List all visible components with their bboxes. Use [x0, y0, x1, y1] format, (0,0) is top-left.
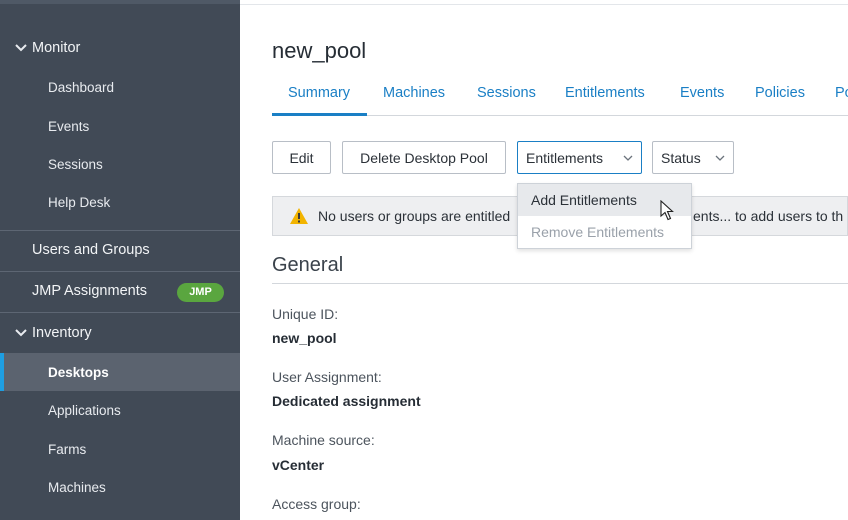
jmp-badge: JMP — [177, 283, 224, 302]
sidebar-group-label: Monitor — [32, 40, 81, 56]
warning-icon — [290, 208, 308, 224]
sidebar-item-sessions[interactable]: Sessions — [0, 145, 240, 183]
dropdown-label: Status — [661, 149, 701, 166]
field-value-machine-source: vCenter — [272, 457, 325, 473]
sidebar-item-applications[interactable]: Applications — [0, 391, 240, 429]
sidebar-item-events[interactable]: Events — [0, 107, 240, 145]
tab-machines[interactable]: Machines — [383, 85, 445, 101]
sidebar-item-label: Users and Groups — [32, 242, 150, 258]
dropdown-label: Entitlements — [526, 149, 604, 166]
tab-summary[interactable]: Summary — [288, 85, 350, 101]
chevron-down-icon — [15, 44, 27, 52]
field-label-user-assignment: User Assignment: — [272, 369, 382, 385]
field-label-access-group: Access group: — [272, 496, 361, 512]
sidebar: Monitor Dashboard Events Sessions Help D… — [0, 0, 240, 520]
sidebar-item-machines[interactable]: Machines — [0, 468, 240, 506]
main-content: new_pool Summary Machines Sessions Entit… — [240, 0, 848, 520]
tab-overflow[interactable]: Po — [835, 85, 848, 101]
section-divider — [272, 283, 848, 284]
entitlements-dropdown[interactable]: Entitlements — [517, 141, 642, 174]
sidebar-item-jmp-assignments[interactable]: JMP Assignments JMP — [0, 272, 240, 312]
status-dropdown[interactable]: Status — [652, 141, 734, 174]
field-value-user-assignment: Dedicated assignment — [272, 393, 421, 409]
sidebar-item-help-desk[interactable]: Help Desk — [0, 183, 240, 221]
edit-button[interactable]: Edit — [272, 141, 331, 174]
chevron-down-icon — [623, 155, 633, 161]
mouse-cursor-icon — [660, 200, 674, 221]
sidebar-item-desktops[interactable]: Desktops — [0, 353, 240, 391]
tab-policies[interactable]: Policies — [755, 85, 805, 101]
section-title-general: General — [272, 254, 344, 276]
field-value-unique-id: new_pool — [272, 330, 337, 346]
tab-bar: Summary Machines Sessions Entitlements E… — [272, 82, 848, 116]
sidebar-item-label: JMP Assignments — [32, 283, 147, 299]
sidebar-group-inventory[interactable]: Inventory — [0, 313, 240, 353]
alert-message: No users or groups are entitled — [318, 208, 511, 224]
chevron-down-icon — [15, 329, 27, 337]
page-title: new_pool — [272, 38, 367, 63]
field-label-machine-source: Machine source: — [272, 432, 375, 448]
sidebar-item-users-and-groups[interactable]: Users and Groups — [0, 231, 240, 271]
sidebar-group-monitor[interactable]: Monitor — [0, 28, 240, 68]
tab-sessions[interactable]: Sessions — [477, 85, 536, 101]
tab-entitlements[interactable]: Entitlements — [565, 85, 645, 101]
chevron-down-icon — [715, 155, 725, 161]
sidebar-group-label: Inventory — [32, 325, 92, 341]
sidebar-top-strip — [0, 0, 240, 4]
active-tab-indicator — [272, 113, 367, 116]
tab-events[interactable]: Events — [680, 85, 724, 101]
delete-desktop-pool-button[interactable]: Delete Desktop Pool — [342, 141, 506, 174]
field-label-unique-id: Unique ID: — [272, 306, 339, 322]
alert-message-continued: ents... to add users to th — [693, 208, 844, 224]
sidebar-item-farms[interactable]: Farms — [0, 430, 240, 468]
sidebar-item-dashboard[interactable]: Dashboard — [0, 68, 240, 106]
top-divider — [240, 4, 848, 5]
